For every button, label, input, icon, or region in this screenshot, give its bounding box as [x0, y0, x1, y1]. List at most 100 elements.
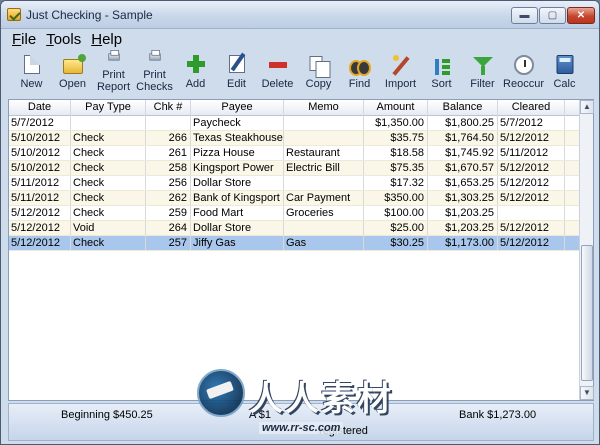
- watermark-logo-icon: [197, 369, 245, 417]
- table-row[interactable]: 5/10/2012 Check 258 Kingsport Power Electric…: [9, 161, 579, 176]
- cell-memo: Electric Bill: [284, 161, 364, 175]
- column-header-payee[interactable]: Payee: [191, 100, 284, 116]
- cell-cleared: 5/12/2012: [498, 161, 565, 175]
- table-row[interactable]: 5/12/2012 Void 264 Dollar Store $25.00 $1,203…: [9, 221, 579, 236]
- cell-payee: Dollar Store: [191, 176, 284, 190]
- calc-button[interactable]: Calc: [544, 53, 585, 99]
- toolbar-button-label: Print Report: [96, 69, 131, 93]
- cell-memo: [284, 116, 364, 130]
- cell-amount: $17.32: [364, 176, 428, 190]
- calculator-icon: [556, 55, 573, 74]
- cell-memo: Restaurant: [284, 146, 364, 160]
- menu-file[interactable]: File: [9, 31, 39, 51]
- scroll-up-arrow-icon[interactable]: ▲: [580, 100, 594, 114]
- column-header-cleared[interactable]: Cleared: [498, 100, 565, 116]
- table-row[interactable]: 5/11/2012 Check 256 Dollar Store $17.32 $1,65…: [9, 176, 579, 191]
- cell-cleared: 5/12/2012: [498, 176, 565, 190]
- scroll-down-arrow-icon[interactable]: ▼: [580, 386, 594, 400]
- cell-pay-type: Check: [71, 206, 146, 220]
- close-button[interactable]: ✕: [567, 7, 595, 24]
- toolbar: New Open Print Report Print Checks Add Edit De…: [11, 50, 585, 99]
- menu-bar: File Tools Help: [9, 31, 125, 51]
- table-row[interactable]: 5/7/2012 Paycheck $1,350.00 $1,800.25 5/7/20…: [9, 116, 579, 131]
- app-window: Just Checking - Sample ▬ ▢ ✕ File Tools …: [0, 0, 600, 445]
- toolbar-button-label: Calc: [553, 78, 576, 90]
- register-grid: Date Pay Type Chk # Payee Memo Amount Ba…: [8, 99, 594, 401]
- filter-button[interactable]: Filter: [462, 53, 503, 99]
- column-header-memo[interactable]: Memo: [284, 100, 364, 116]
- menu-tools[interactable]: Tools: [43, 31, 84, 51]
- table-row[interactable]: 5/11/2012 Check 262 Bank of Kingsport Car Pa…: [9, 191, 579, 206]
- find-button[interactable]: Find: [339, 53, 380, 99]
- column-header-balance[interactable]: Balance: [428, 100, 498, 116]
- cell-balance: $1,303.25: [428, 191, 498, 205]
- cell-check-number: 256: [146, 176, 191, 190]
- cell-amount: $35.75: [364, 131, 428, 145]
- cell-pay-type: Check: [71, 161, 146, 175]
- table-row[interactable]: 5/12/2012 Check 259 Food Mart Groceries $100.…: [9, 206, 579, 221]
- cell-check-number: 258: [146, 161, 191, 175]
- cell-amount: $1,350.00: [364, 116, 428, 130]
- toolbar-button-label: Open: [59, 78, 86, 90]
- cell-balance: $1,745.92: [428, 146, 498, 160]
- cell-check-number: 259: [146, 206, 191, 220]
- cell-date: 5/12/2012: [9, 206, 71, 220]
- add-plus-icon: [186, 55, 205, 73]
- cell-memo: [284, 221, 364, 235]
- cell-balance: $1,670.57: [428, 161, 498, 175]
- cell-payee: Bank of Kingsport: [191, 191, 284, 205]
- open-folder-icon: [62, 54, 86, 74]
- add-button[interactable]: Add: [175, 53, 216, 99]
- cell-date: 5/7/2012: [9, 116, 71, 130]
- scrollbar-thumb[interactable]: [581, 245, 593, 381]
- cell-date: 5/10/2012: [9, 146, 71, 160]
- cell-balance: $1,653.25: [428, 176, 498, 190]
- new-button[interactable]: New: [11, 53, 52, 99]
- table-row[interactable]: 5/12/2012 Check 257 Jiffy Gas Gas $30.25 $1,17…: [9, 236, 579, 251]
- sort-button[interactable]: Sort: [421, 53, 462, 99]
- import-button[interactable]: Import: [380, 53, 421, 99]
- cell-payee: Dollar Store: [191, 221, 284, 235]
- column-header-amount[interactable]: Amount: [364, 100, 428, 116]
- cell-memo: Gas: [284, 236, 364, 250]
- cell-cleared: 5/12/2012: [498, 221, 565, 235]
- table-row[interactable]: 5/10/2012 Check 266 Texas Steakhouse $35.75 $…: [9, 131, 579, 146]
- maximize-button[interactable]: ▢: [539, 7, 566, 24]
- watermark-text: 人人素材: [249, 379, 393, 419]
- cell-check-number: 264: [146, 221, 191, 235]
- delete-button[interactable]: Delete: [257, 53, 298, 99]
- cell-balance: $1,800.25: [428, 116, 498, 130]
- cell-memo: Groceries: [284, 206, 364, 220]
- table-row[interactable]: 5/10/2012 Check 261 Pizza House Restaurant $1…: [9, 146, 579, 161]
- cell-memo: [284, 131, 364, 145]
- toolbar-button-label: Find: [348, 78, 371, 90]
- toolbar-button-label: Add: [185, 78, 206, 90]
- edit-button[interactable]: Edit: [216, 53, 257, 99]
- cell-payee: Jiffy Gas: [191, 236, 284, 250]
- toolbar-button-label: New: [20, 78, 43, 90]
- print-report-button[interactable]: Print Report: [93, 50, 134, 99]
- minimize-button[interactable]: ▬: [511, 7, 538, 24]
- open-button[interactable]: Open: [52, 53, 93, 99]
- cell-balance: $1,203.25: [428, 221, 498, 235]
- cell-amount: $100.00: [364, 206, 428, 220]
- grid-rows: 5/7/2012 Paycheck $1,350.00 $1,800.25 5/7/20…: [9, 116, 579, 251]
- copy-button[interactable]: Copy: [298, 53, 339, 99]
- print-checks-button[interactable]: Print Checks: [134, 50, 175, 99]
- sort-icon: [433, 55, 451, 75]
- reoccur-button[interactable]: Reoccur: [503, 53, 544, 99]
- app-checkmark-icon: [7, 8, 21, 21]
- column-header-pay-type[interactable]: Pay Type: [71, 100, 146, 116]
- copy-icon: [309, 56, 330, 78]
- vertical-scrollbar[interactable]: ▲ ▼: [579, 100, 594, 400]
- menu-help[interactable]: Help: [88, 31, 125, 51]
- cell-pay-type: Check: [71, 176, 146, 190]
- cell-date: 5/10/2012: [9, 161, 71, 175]
- cell-payee: Kingsport Power: [191, 161, 284, 175]
- window-title: Just Checking - Sample: [26, 8, 153, 22]
- cell-cleared: 5/12/2012: [498, 131, 565, 145]
- filter-funnel-icon: [472, 55, 493, 75]
- column-header-check-number[interactable]: Chk #: [146, 100, 191, 116]
- title-bar: Just Checking - Sample ▬ ▢ ✕: [1, 1, 599, 29]
- column-header-date[interactable]: Date: [9, 100, 71, 116]
